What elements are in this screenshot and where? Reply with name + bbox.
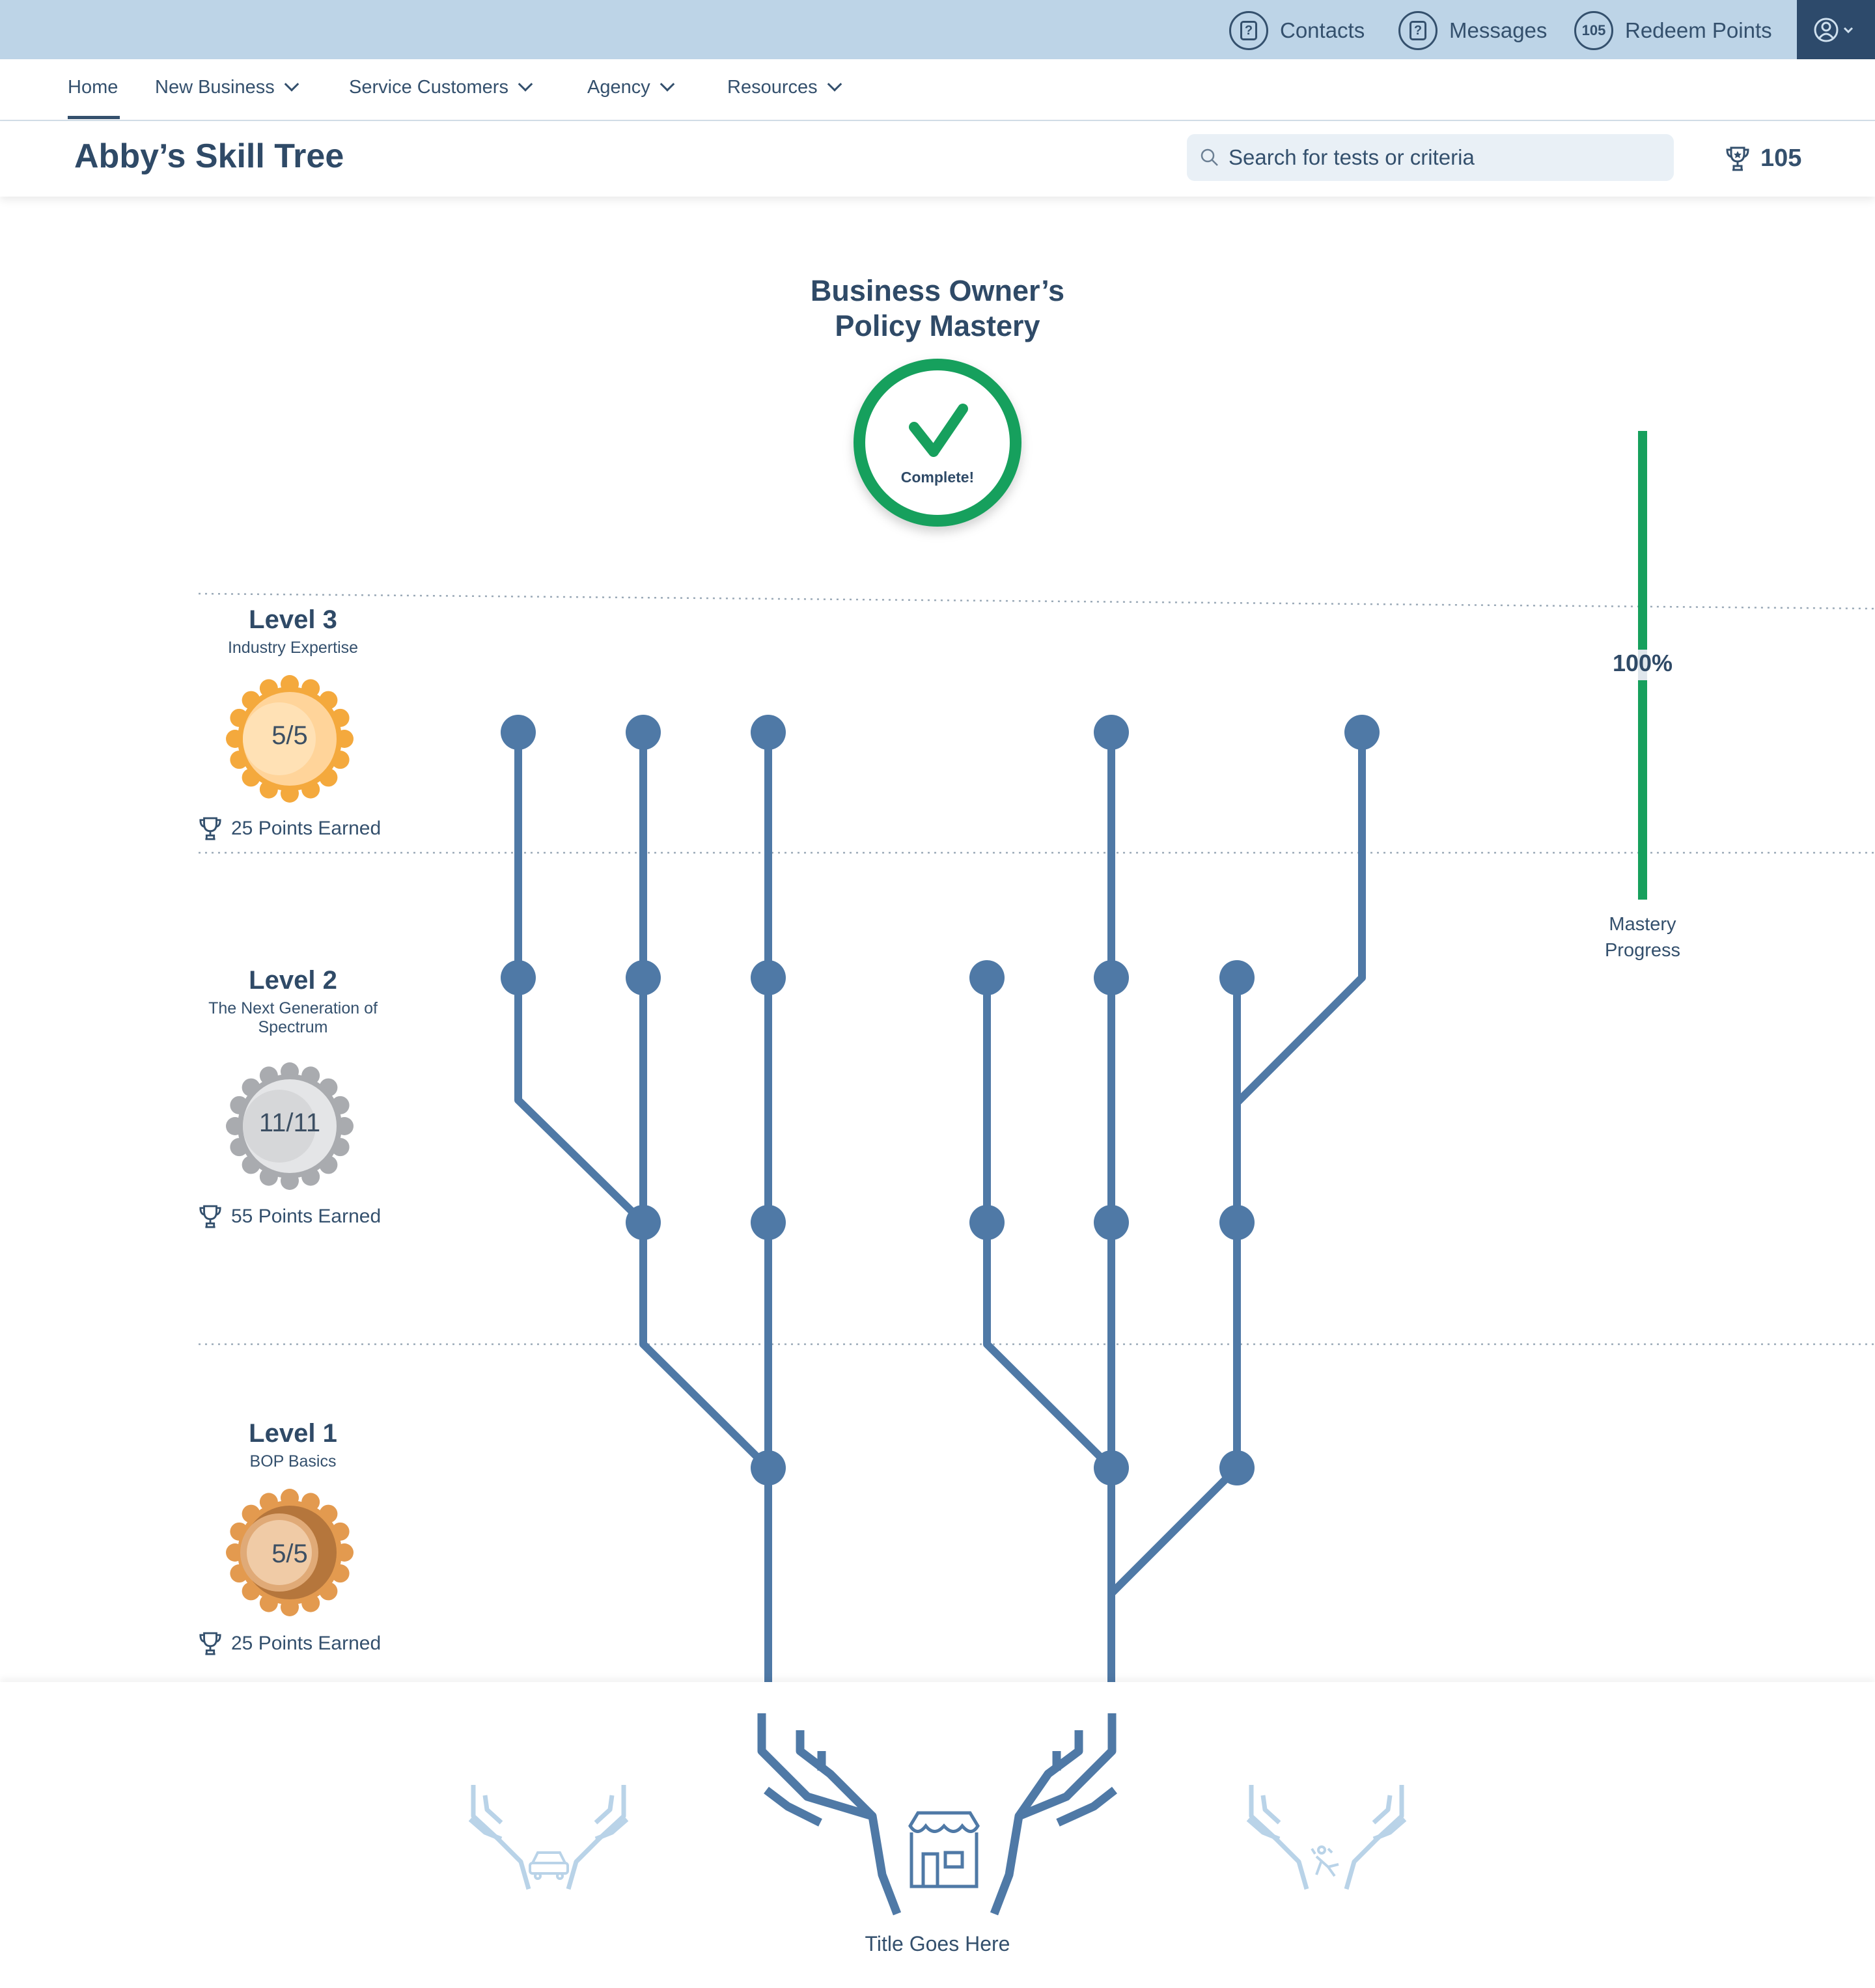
skill-node[interactable] [751, 1205, 786, 1240]
injury-icon [1311, 1845, 1339, 1877]
skill-node[interactable] [1094, 1450, 1129, 1485]
level-subtitle: BOP Basics [249, 1452, 337, 1470]
skill-node[interactable] [1094, 1205, 1129, 1240]
level-subtitle: The Next Generation of [208, 999, 378, 1017]
level-title: Level 1 [249, 1419, 337, 1448]
trophy-icon [199, 817, 221, 840]
skill-node[interactable] [751, 715, 786, 750]
level-title: Level 2 [249, 966, 337, 995]
trophy-icon [199, 1205, 221, 1228]
skill-node[interactable] [501, 960, 536, 995]
skill-node[interactable] [626, 1205, 661, 1240]
skill-node[interactable] [1219, 960, 1255, 995]
storefront-icon [908, 1811, 980, 1888]
mastery-progress-label-line1: Mastery [1609, 914, 1676, 935]
skill-node[interactable] [969, 1205, 1005, 1240]
level-1-points: 25 Points Earned [199, 1631, 381, 1656]
skill-node[interactable] [1219, 1450, 1255, 1485]
mastery-progress-label: Mastery Progress [1577, 911, 1708, 963]
level-divider [198, 592, 1875, 610]
skill-node[interactable] [1094, 715, 1129, 750]
complete-label: Complete! [900, 469, 975, 486]
level-title: Level 3 [249, 605, 337, 634]
trophy-icon [199, 1632, 221, 1655]
skill-node[interactable] [751, 960, 786, 995]
mastery-progress-percent: 100% [1612, 650, 1673, 676]
skill-node[interactable] [626, 715, 661, 750]
tree-title: Title Goes Here [865, 1932, 1010, 1955]
skill-node[interactable] [751, 1450, 786, 1485]
level-3-header: Level 3 Industry Expertise [195, 605, 391, 657]
skill-node[interactable] [1094, 960, 1129, 995]
skill-tree-nodes [501, 715, 1380, 1485]
mastery-progress-label-line2: Progress [1604, 940, 1681, 961]
skill-node[interactable] [969, 960, 1005, 995]
level-subtitle-line2: Spectrum [258, 1018, 328, 1036]
level-3-points: 25 Points Earned [199, 816, 381, 841]
skill-node[interactable] [626, 960, 661, 995]
level-1-points-text: 25 Points Earned [231, 1633, 382, 1654]
level-2-points-text: 55 Points Earned [231, 1206, 382, 1227]
level-3-badge-count: 5/5 [271, 721, 308, 750]
level-subtitle: Industry Expertise [227, 639, 359, 657]
level-1-header: Level 1 BOP Basics [195, 1419, 391, 1471]
level-1-badge-count: 5/5 [271, 1539, 308, 1568]
level-2-points: 55 Points Earned [199, 1204, 381, 1229]
level-2-header: Level 2 The Next Generation of Spectrum [189, 966, 397, 1037]
car-icon [529, 1851, 569, 1880]
level-2-badge-count: 11/11 [258, 1109, 321, 1137]
level-3-points-text: 25 Points Earned [231, 818, 382, 839]
skill-node[interactable] [1344, 715, 1380, 750]
tree-option-injury[interactable] [1246, 1785, 1407, 1890]
skill-node[interactable] [501, 715, 536, 750]
skill-node[interactable] [1219, 1205, 1255, 1240]
